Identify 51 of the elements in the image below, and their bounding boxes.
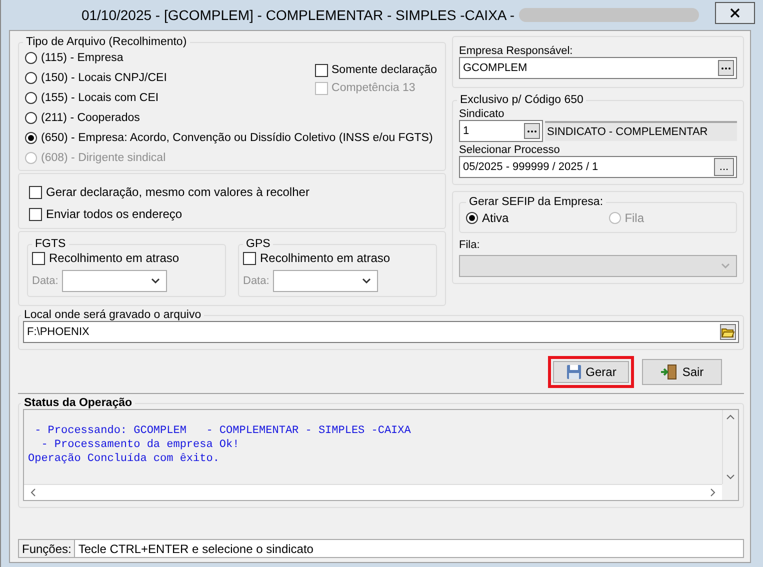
- ellipsis-icon: [721, 66, 731, 70]
- log-line: - Processamento da empresa Ok!: [40, 438, 240, 452]
- group-title: Local onde será gravado o arquivo: [23, 309, 202, 321]
- date-label: Data:: [243, 275, 270, 287]
- log-line: - Processando: GCOMPLEM - COMPLEMENTAR - SIMPLES -CAIXA: [34, 424, 412, 438]
- lookup-button[interactable]: [524, 123, 540, 139]
- lookup-button[interactable]: [718, 60, 734, 76]
- checkbox-option[interactable]: Gerar declaração, mesmo com valores à recolher: [29, 184, 435, 200]
- group-title: Gerar SEFIP da Empresa:: [468, 196, 604, 208]
- radio-option[interactable]: (650) - Empresa: Acordo, Convenção ou Dissídio Coletivo (INSS e/ou FGTS): [25, 130, 433, 146]
- scroll-left-icon[interactable]: [30, 488, 36, 497]
- chevron-down-icon: [721, 263, 730, 269]
- field-label: Sindicato: [459, 108, 506, 120]
- generate-button[interactable]: Gerar: [548, 356, 634, 388]
- field-label: Fila:: [459, 239, 481, 251]
- radio-option[interactable]: (211) - Cooperados: [25, 110, 433, 126]
- scroll-right-icon[interactable]: [710, 488, 716, 497]
- exit-button[interactable]: Sair: [642, 359, 722, 385]
- ellipsis-icon: [527, 130, 537, 132]
- group-title: Exclusivo p/ Código 650: [459, 94, 584, 106]
- close-button[interactable]: [715, 2, 755, 24]
- group-title: GPS: [245, 238, 272, 250]
- process-field[interactable]: 05/2025 - 999999 / 2025 / 1 ...: [459, 156, 737, 178]
- group-title: Status da Operação: [23, 397, 134, 409]
- folder-button[interactable]: [720, 324, 736, 340]
- folder-icon: [721, 326, 735, 338]
- company-field[interactable]: GCOMPLEM: [459, 57, 737, 79]
- radio-option[interactable]: Ativa: [466, 210, 509, 226]
- checkbox-option[interactable]: Recolhimento em atraso: [32, 250, 221, 266]
- window-title: 01/10/2025 - [GCOMPLEM] - COMPLEMENTAR - SIMPLES -CAIXA -: [81, 7, 515, 23]
- browse-button[interactable]: ...: [714, 158, 734, 176]
- status-text: Tecle CTRL+ENTER e selecione o sindicato: [77, 542, 314, 556]
- chevron-down-icon: [362, 278, 372, 284]
- log-line: Operação Concluída com êxito.: [28, 452, 220, 466]
- status-label: Funções:: [19, 540, 76, 557]
- union-code-field[interactable]: 1: [459, 120, 543, 142]
- union-name-field: SINDICATO - COMPLEMENTAR: [545, 121, 737, 141]
- scroll-up-icon[interactable]: [726, 414, 735, 420]
- group-title: FGTS: [34, 238, 67, 250]
- date-label: Data:: [32, 275, 58, 287]
- field-label: Empresa Responsável:: [459, 45, 574, 57]
- horizontal-scrollbar[interactable]: [24, 484, 722, 500]
- checkbox-option[interactable]: Recolhimento em atraso: [243, 250, 432, 266]
- scroll-down-icon[interactable]: [726, 474, 735, 480]
- checkbox-option[interactable]: Enviar todos os endereço: [29, 206, 435, 222]
- close-icon: [730, 8, 740, 18]
- group-title: Tipo de Arquivo (Recolhimento): [25, 36, 188, 48]
- chevron-down-icon: [151, 278, 160, 284]
- field-label: Selecionar Processo: [459, 144, 561, 156]
- path-field[interactable]: F:\PHOENIX: [23, 321, 739, 343]
- door-exit-icon: [660, 364, 678, 380]
